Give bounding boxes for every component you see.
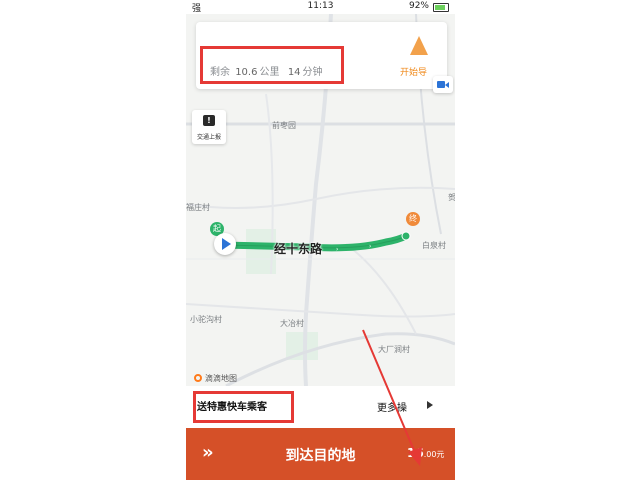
chevron-right-icon [427, 401, 433, 409]
map-logo: 滴滴地图 [194, 373, 237, 384]
fare-decimal: .00元 [423, 450, 445, 459]
map-logo-text: 滴滴地图 [205, 374, 237, 383]
more-actions-button[interactable]: 更多操 [377, 399, 407, 414]
place-label: 大冶村 [280, 319, 304, 328]
location-arrow-icon [214, 233, 236, 255]
remaining-highlight-box [200, 46, 344, 84]
arrive-destination-bar[interactable]: » 到达目的地 16.00元 [186, 428, 455, 480]
svg-text:›: › [369, 243, 371, 250]
place-label: 小驼沟村 [190, 315, 222, 324]
traffic-report-button[interactable]: ! 交通上报 [192, 110, 226, 144]
status-bar: 强 11:13 92% [186, 0, 455, 14]
traffic-report-label: 交通上报 [196, 134, 221, 141]
exclamation-icon: ! [203, 115, 215, 126]
svg-text:›: › [336, 246, 338, 253]
send-passenger-highlight-box [193, 391, 294, 423]
start-navigation-button[interactable]: 开始导 [400, 65, 427, 78]
didi-logo-icon [194, 374, 202, 382]
place-label: 大厂涧村 [378, 345, 410, 354]
place-label: 前枣园 [272, 121, 296, 130]
fare-value: 16 [407, 446, 424, 460]
place-label: 白泉村 [422, 241, 446, 250]
camera-icon[interactable] [433, 76, 453, 93]
place-label: 贺 [448, 193, 455, 202]
end-marker: 终 [406, 212, 420, 226]
navigation-arrow-icon [410, 36, 428, 55]
place-label: 福庄村 [186, 203, 210, 212]
battery-icon [433, 3, 449, 12]
fare-amount: 16.00元 [407, 446, 444, 460]
battery-percent: 92% [408, 1, 429, 11]
road-name: 经十东路 [274, 242, 323, 256]
